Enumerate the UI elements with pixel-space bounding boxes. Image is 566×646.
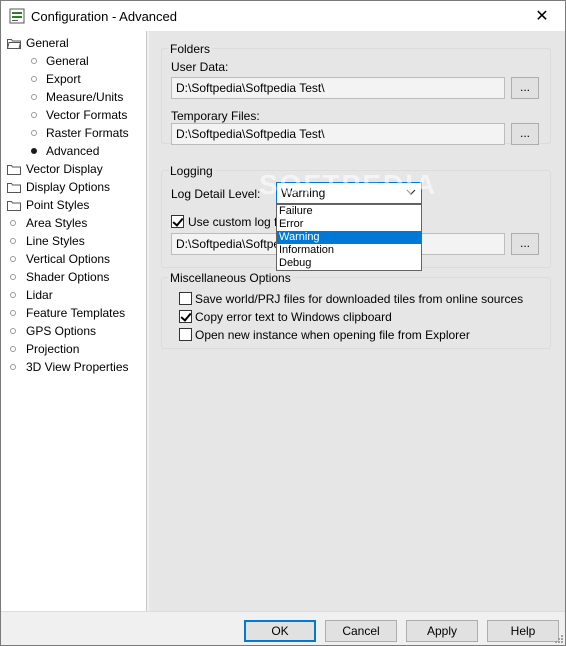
selected-bullet-icon <box>31 148 37 154</box>
tree-item-line-styles[interactable]: Line Styles <box>1 232 85 250</box>
bullet-icon <box>10 328 16 334</box>
tree-item-point-styles[interactable]: Point Styles <box>7 196 89 214</box>
dialog-button-bar: OK Cancel Apply Help <box>1 611 565 645</box>
tree-item-label: GPS Options <box>26 324 97 338</box>
open-new-instance-label: Open new instance when opening file from… <box>195 328 470 342</box>
tree-item-label: Export <box>46 72 81 86</box>
bullet-icon <box>10 274 16 280</box>
open-new-instance-checkbox[interactable] <box>179 328 192 341</box>
bullet-icon <box>10 292 16 298</box>
tree-item-label: Area Styles <box>26 216 88 230</box>
copy-error-text-checkbox[interactable] <box>179 310 192 323</box>
tree-item-vector-formats[interactable]: Vector Formats <box>27 106 127 124</box>
tree-item-general-group[interactable]: General <box>7 34 69 52</box>
tree-item-display-options[interactable]: Display Options <box>7 178 110 196</box>
tree-item-label: General <box>26 36 69 50</box>
tree-item-export[interactable]: Export <box>27 70 81 88</box>
ok-button[interactable]: OK <box>244 620 316 642</box>
copy-error-text-label: Copy error text to Windows clipboard <box>195 310 392 324</box>
tree-item-3d-view-properties[interactable]: 3D View Properties <box>1 358 129 376</box>
folder-icon <box>7 200 21 211</box>
option-failure[interactable]: Failure <box>277 205 421 218</box>
folder-icon <box>7 182 21 193</box>
cancel-button[interactable]: Cancel <box>325 620 397 642</box>
tree-item-label: Lidar <box>26 288 53 302</box>
folder-open-icon <box>7 38 21 49</box>
custom-log-checkbox[interactable] <box>171 215 184 228</box>
bullet-icon <box>10 220 16 226</box>
tree-item-label: Raster Formats <box>46 126 129 140</box>
tree-item-measure-units[interactable]: Measure/Units <box>27 88 123 106</box>
tree-item-gps-options[interactable]: GPS Options <box>1 322 96 340</box>
tree-item-general[interactable]: General <box>27 52 89 70</box>
tree-item-label: 3D View Properties <box>26 360 129 374</box>
bullet-icon <box>31 94 37 100</box>
app-icon <box>9 8 25 24</box>
temporary-files-path-field[interactable]: D:\Softpedia\Softpedia Test\ <box>171 123 505 145</box>
bullet-icon <box>10 256 16 262</box>
folder-icon <box>7 164 21 175</box>
tree-item-advanced[interactable]: Advanced <box>27 142 99 160</box>
option-information[interactable]: Information <box>277 244 421 257</box>
log-detail-level-dropdown[interactable]: Warning <box>276 182 422 204</box>
settings-panel: Folders User Data: D:\Softpedia\Softpedi… <box>149 31 565 611</box>
bullet-icon <box>31 58 37 64</box>
user-data-path-field[interactable]: D:\Softpedia\Softpedia Test\ <box>171 77 505 99</box>
apply-button[interactable]: Apply <box>406 620 478 642</box>
close-button[interactable]: ✕ <box>519 1 565 31</box>
configuration-dialog: Configuration - Advanced ✕ General Gener… <box>0 0 566 646</box>
tree-item-lidar[interactable]: Lidar <box>1 286 53 304</box>
log-detail-level-label: Log Detail Level: <box>171 187 261 201</box>
tree-item-label: Line Styles <box>26 234 85 248</box>
tree-item-shader-options[interactable]: Shader Options <box>1 268 109 286</box>
tree-item-feature-templates[interactable]: Feature Templates <box>1 304 125 322</box>
tree-item-label: Vertical Options <box>26 252 111 266</box>
temporary-files-browse-button[interactable]: ... <box>511 123 539 145</box>
option-debug[interactable]: Debug <box>277 257 421 270</box>
close-icon: ✕ <box>535 8 549 25</box>
bullet-icon <box>10 346 16 352</box>
tree-item-vector-display[interactable]: Vector Display <box>7 160 103 178</box>
custom-log-label: Use custom log file <box>188 215 290 229</box>
tree-item-label: Projection <box>26 342 80 356</box>
temporary-files-label: Temporary Files: <box>171 109 260 123</box>
tree-item-label: Vector Display <box>26 162 103 176</box>
user-data-browse-button[interactable]: ... <box>511 77 539 99</box>
logging-group-title: Logging <box>168 164 215 178</box>
tree-item-label: Feature Templates <box>26 306 126 320</box>
tree-item-label: Measure/Units <box>46 90 124 104</box>
tree-item-label: Point Styles <box>26 198 90 212</box>
save-world-prj-checkbox[interactable] <box>179 292 192 305</box>
title-bar[interactable]: Configuration - Advanced ✕ <box>1 1 565 31</box>
bullet-icon <box>10 364 16 370</box>
folders-group-title: Folders <box>168 42 213 56</box>
log-detail-level-value: Warning <box>281 186 326 200</box>
bullet-icon <box>10 310 16 316</box>
misc-options-group-title: Miscellaneous Options <box>168 271 293 285</box>
tree-item-vertical-options[interactable]: Vertical Options <box>1 250 110 268</box>
settings-tree[interactable]: General General Export Measure/Units Vec… <box>1 31 147 611</box>
tree-item-raster-formats[interactable]: Raster Formats <box>27 124 129 142</box>
custom-log-browse-button[interactable]: ... <box>511 233 539 255</box>
tree-item-area-styles[interactable]: Area Styles <box>1 214 87 232</box>
tree-item-projection[interactable]: Projection <box>1 340 79 358</box>
option-warning[interactable]: Warning <box>277 231 421 244</box>
user-data-label: User Data: <box>171 60 229 74</box>
option-error[interactable]: Error <box>277 218 421 231</box>
window-title: Configuration - Advanced <box>31 9 177 24</box>
tree-item-label: Display Options <box>26 180 111 194</box>
save-world-prj-label: Save world/PRJ files for downloaded tile… <box>195 292 524 306</box>
bullet-icon <box>31 76 37 82</box>
bullet-icon <box>10 238 16 244</box>
bullet-icon <box>31 130 37 136</box>
tree-item-label: Advanced <box>46 144 100 158</box>
help-button[interactable]: Help <box>487 620 559 642</box>
tree-item-label: Shader Options <box>26 270 110 284</box>
resize-grip-icon[interactable] <box>553 633 563 643</box>
tree-item-label: Vector Formats <box>46 108 128 122</box>
bullet-icon <box>31 112 37 118</box>
log-detail-level-options[interactable]: Failure Error Warning Information Debug <box>276 204 422 271</box>
chevron-down-icon <box>406 189 416 195</box>
tree-item-label: General <box>46 54 89 68</box>
